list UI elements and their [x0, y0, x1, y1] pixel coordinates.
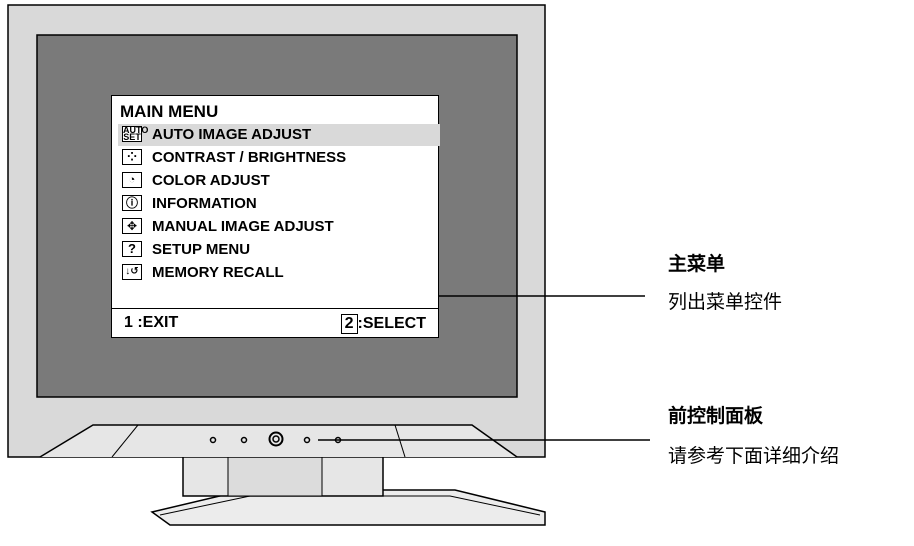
osd-item-color-adjust[interactable]: ◔ COLOR ADJUST: [118, 170, 440, 192]
auto-set-icon: AUTO SET: [122, 125, 149, 142]
osd-item-setup-menu[interactable]: ? SETUP MENU: [118, 239, 440, 261]
osd-item-label: MEMORY RECALL: [152, 264, 284, 281]
osd-item-information[interactable]: ⓘ INFORMATION: [118, 193, 440, 215]
main-menu-callout-desc: 列出菜单控件: [668, 291, 783, 313]
osd-select-hint: 2:SELECT: [340, 314, 426, 334]
select-label: :SELECT: [357, 315, 426, 332]
select-key: 2: [340, 314, 358, 334]
osd-item-label: AUTO IMAGE ADJUST: [152, 126, 312, 143]
front-panel-callout-desc: 请参考下面详细介绍: [668, 445, 840, 467]
osd-main-menu: MAIN MENU AUTO SET AUTO IMAGE ADJUST ⁘ CO…: [111, 95, 440, 338]
question-icon: ?: [122, 241, 142, 257]
contrast-icon: ⁘: [122, 149, 142, 165]
osd-item-auto-image-adjust[interactable]: AUTO SET AUTO IMAGE ADJUST: [118, 124, 440, 146]
osd-title: MAIN MENU: [120, 102, 219, 121]
recall-icon: ↓↺: [122, 264, 142, 280]
osd-item-label: MANUAL IMAGE ADJUST: [152, 218, 334, 235]
main-menu-callout-title: 主菜单: [668, 253, 726, 275]
stand-neck-center: [227, 455, 323, 497]
color-icon: ◔: [122, 172, 142, 188]
osd-item-label: CONTRAST / BRIGHTNESS: [152, 149, 347, 166]
osd-item-memory-recall[interactable]: ↓↺ MEMORY RECALL: [118, 262, 440, 284]
monitor-diagram: MAIN MENU AUTO SET AUTO IMAGE ADJUST ⁘ CO…: [0, 0, 914, 546]
osd-exit-hint: 1 :EXIT: [124, 314, 179, 331]
front-panel-callout-title: 前控制面板: [668, 405, 764, 427]
info-icon: ⓘ: [122, 195, 142, 211]
move-icon: ✥: [122, 218, 142, 234]
osd-item-label: INFORMATION: [152, 195, 257, 212]
osd-footer: 1 :EXIT 2:SELECT: [112, 308, 438, 338]
osd-item-manual-image-adjust[interactable]: ✥ MANUAL IMAGE ADJUST: [118, 216, 440, 238]
osd-item-label: COLOR ADJUST: [152, 172, 270, 189]
osd-item-label: SETUP MENU: [152, 241, 251, 258]
osd-item-contrast-brightness[interactable]: ⁘ CONTRAST / BRIGHTNESS: [118, 147, 440, 169]
